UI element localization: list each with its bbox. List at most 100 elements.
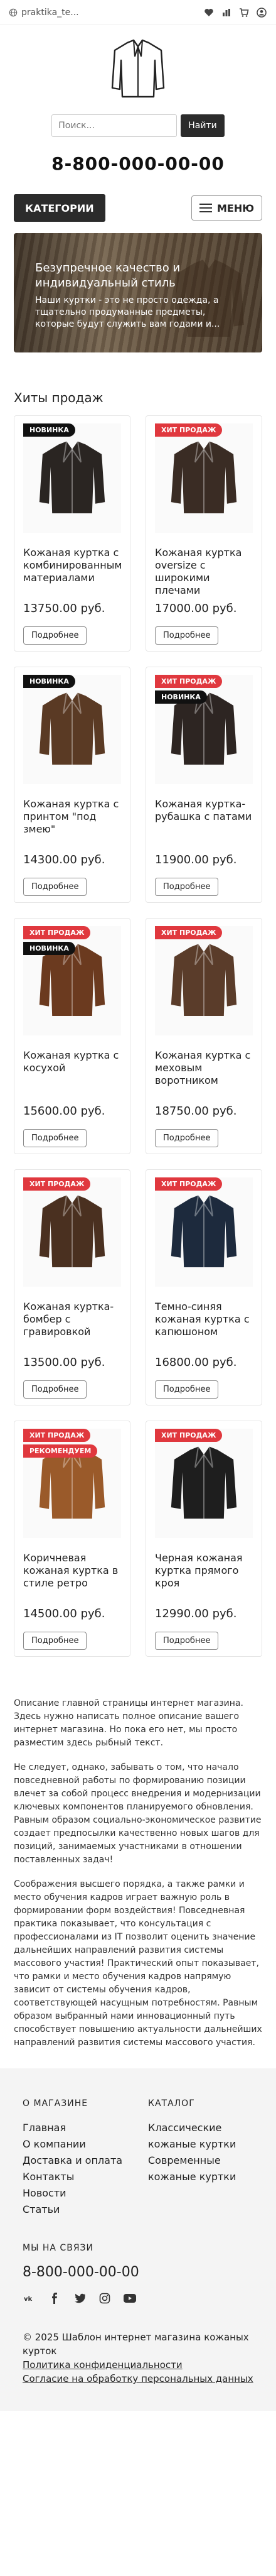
product-price: 15600.00 руб.	[23, 1105, 105, 1118]
details-button[interactable]: Подробнее	[23, 626, 87, 645]
user-icon[interactable]	[256, 7, 267, 18]
heart-icon[interactable]	[203, 7, 215, 18]
site-name: praktika_te...	[21, 7, 79, 18]
hero-banner[interactable]: Безупречное качество и индивидуальный ст…	[14, 233, 262, 352]
product-card[interactable]: ХИТ ПРОДАЖ Кожаная куртка-бомбер с гравир…	[14, 1169, 130, 1405]
jacket-icon	[39, 692, 105, 765]
jacket-icon	[171, 441, 237, 513]
product-image[interactable]: НОВИНКА	[23, 675, 121, 784]
product-title[interactable]: Кожаная куртка с косухой	[23, 1049, 121, 1100]
banner-heading: Безупречное качество и индивидуальный ст…	[35, 261, 181, 290]
compare-icon[interactable]	[221, 7, 232, 18]
details-button[interactable]: Подробнее	[23, 1380, 87, 1399]
privacy-link[interactable]: Политика конфиденциальности	[23, 2358, 253, 2372]
product-price: 14500.00 руб.	[23, 1607, 105, 1620]
product-image[interactable]: ХИТ ПРОДАЖ	[155, 1429, 253, 1538]
product-price: 14300.00 руб.	[23, 853, 105, 866]
product-title[interactable]: Кожаная куртка с принтом "под змею"	[23, 798, 121, 848]
product-card[interactable]: ХИТ ПРОДАЖ Темно-синяя кожаная куртка с к…	[146, 1169, 262, 1405]
footer-link[interactable]: Статьи	[23, 2202, 123, 2218]
product-badge: ХИТ ПРОДАЖ	[23, 1429, 91, 1442]
instagram-icon[interactable]	[98, 2291, 112, 2305]
product-badge: ХИТ ПРОДАЖ	[155, 926, 223, 939]
menu-button[interactable]: МЕНЮ	[191, 195, 262, 221]
facebook-icon[interactable]	[48, 2291, 61, 2305]
product-price: 13750.00 руб.	[23, 602, 105, 615]
product-title[interactable]: Черная кожаная куртка прямого кроя	[155, 1552, 253, 1602]
about-paragraph: Не следует, однако, забывать о том, что …	[14, 1762, 262, 1865]
footer-link[interactable]: Классические кожаные куртки	[148, 2120, 248, 2153]
product-card[interactable]: НОВИНКА Кожаная куртка с комбинированным …	[14, 415, 130, 652]
product-card[interactable]: НОВИНКА Кожаная куртка с принтом "под зме…	[14, 667, 130, 903]
youtube-icon[interactable]	[123, 2291, 137, 2305]
vk-icon[interactable]: vk	[23, 2291, 36, 2305]
details-button[interactable]: Подробнее	[23, 1632, 87, 1650]
product-image[interactable]: ХИТ ПРОДАЖ	[155, 423, 253, 533]
product-card[interactable]: ХИТ ПРОДАЖ Черная кожаная куртка прямого …	[146, 1421, 262, 1657]
twitter-icon[interactable]	[73, 2291, 87, 2305]
details-button[interactable]: Подробнее	[23, 878, 87, 896]
footer-link[interactable]: О компании	[23, 2136, 123, 2153]
details-button[interactable]: Подробнее	[155, 878, 219, 896]
product-price: 13500.00 руб.	[23, 1356, 105, 1369]
cart-icon[interactable]	[238, 7, 250, 18]
product-image[interactable]: ХИТ ПРОДАЖ НОВИНКА	[23, 926, 121, 1035]
product-image[interactable]: ХИТ ПРОДАЖ НОВИНКА	[155, 675, 253, 784]
product-badge: РЕКОМЕНДУЕМ	[23, 1444, 98, 1458]
section-title: Хиты продаж	[14, 390, 104, 405]
search-button[interactable]: Найти	[181, 114, 225, 137]
footer-link[interactable]: Доставка и оплата	[23, 2153, 123, 2169]
categories-button[interactable]: КАТЕГОРИИ	[14, 194, 105, 222]
header-phone[interactable]: 8-800-000-00-00	[0, 146, 276, 190]
product-image[interactable]: ХИТ ПРОДАЖ	[155, 1177, 253, 1287]
details-button[interactable]: Подробнее	[155, 1632, 219, 1650]
product-title[interactable]: Темно-синяя кожаная куртка с капюшоном	[155, 1301, 253, 1351]
product-card[interactable]: ХИТ ПРОДАЖ НОВИНКА Кожаная куртка-рубашка …	[146, 667, 262, 903]
product-badge: НОВИНКА	[23, 423, 75, 437]
product-card[interactable]: ХИТ ПРОДАЖ НОВИНКА Кожаная куртка с косухо…	[14, 918, 130, 1154]
search-bar: Найти	[0, 108, 276, 146]
footer-link[interactable]: Главная	[23, 2120, 123, 2136]
social-links: vk	[23, 2291, 253, 2305]
product-price: 11900.00 руб.	[155, 853, 237, 866]
product-title[interactable]: Кожаная куртка-бомбер с гравировкой	[23, 1301, 121, 1351]
product-card[interactable]: ХИТ ПРОДАЖ Кожаная куртка oversize с широ…	[146, 415, 262, 652]
product-badge: НОВИНКА	[23, 675, 75, 688]
details-button[interactable]: Подробнее	[155, 626, 219, 645]
product-title[interactable]: Кожаная куртка с комбинированным материа…	[23, 547, 122, 597]
product-image[interactable]: НОВИНКА	[23, 423, 121, 533]
details-button[interactable]: Подробнее	[155, 1129, 219, 1147]
product-image[interactable]: ХИТ ПРОДАЖ	[155, 926, 253, 1035]
top-bar: praktika_te...	[0, 0, 276, 25]
footer-link[interactable]: Контакты	[23, 2169, 123, 2185]
about-paragraph: Соображения высшего порядка, а также рам…	[14, 1879, 262, 2048]
footer-link[interactable]: Новости	[23, 2185, 123, 2202]
product-badge: ХИТ ПРОДАЖ	[23, 1177, 91, 1191]
logo[interactable]	[0, 25, 276, 108]
footer-catalog-heading: КАТАЛОГ	[148, 2098, 195, 2109]
product-title[interactable]: Коричневая кожаная куртка в стиле ретро	[23, 1552, 121, 1602]
footer-link[interactable]: Современные кожаные куртки	[148, 2153, 248, 2185]
jacket-icon	[171, 944, 237, 1016]
site-link[interactable]: praktika_te...	[9, 8, 79, 18]
product-image[interactable]: ХИТ ПРОДАЖ	[23, 1177, 121, 1287]
footer-phone[interactable]: 8-800-000-00-00	[23, 2264, 253, 2280]
product-title[interactable]: Кожаная куртка с меховым воротником	[155, 1049, 253, 1100]
product-price: 18750.00 руб.	[155, 1105, 237, 1118]
product-image[interactable]: ХИТ ПРОДАЖ РЕКОМЕНДУЕМ	[23, 1429, 121, 1538]
product-title[interactable]: Кожаная куртка oversize с широкими плеча…	[155, 547, 253, 597]
product-grid: НОВИНКА Кожаная куртка с комбинированным …	[0, 415, 276, 1657]
consent-link[interactable]: Согласие на обработку персональных данны…	[23, 2372, 253, 2386]
product-card[interactable]: ХИТ ПРОДАЖ Кожаная куртка с меховым ворот…	[146, 918, 262, 1154]
product-badge: ХИТ ПРОДАЖ	[155, 423, 223, 437]
product-price: 16800.00 руб.	[155, 1356, 237, 1369]
search-input[interactable]	[51, 114, 178, 137]
details-button[interactable]: Подробнее	[23, 1129, 87, 1147]
product-title[interactable]: Кожаная куртка-рубашка с патами	[155, 798, 253, 848]
jacket-icon	[39, 1195, 105, 1267]
details-button[interactable]: Подробнее	[155, 1380, 219, 1399]
product-price: 17000.00 руб.	[155, 602, 237, 615]
product-card[interactable]: ХИТ ПРОДАЖ РЕКОМЕНДУЕМ Коричневая кожаная …	[14, 1421, 130, 1657]
product-badge: ХИТ ПРОДАЖ	[155, 675, 223, 688]
product-badge: ХИТ ПРОДАЖ	[23, 926, 91, 939]
